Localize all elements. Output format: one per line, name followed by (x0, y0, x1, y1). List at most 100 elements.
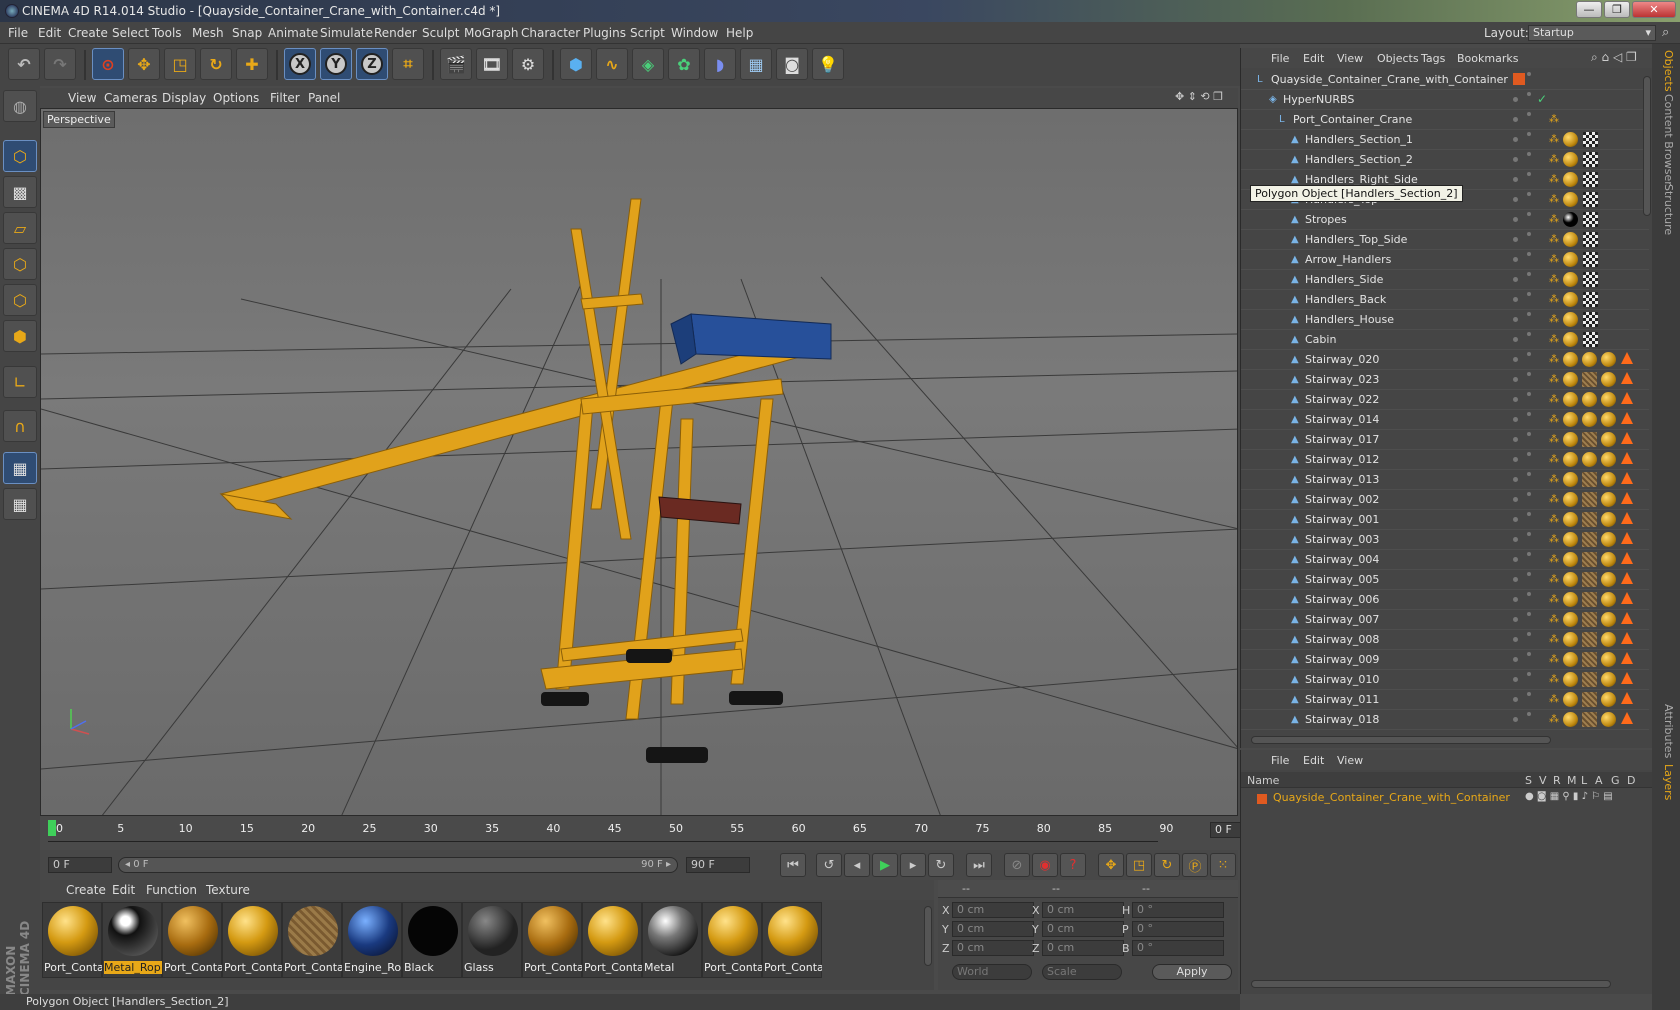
start-frame-field[interactable]: 0 F (48, 857, 112, 873)
render-visibility-dot[interactable] (1527, 512, 1531, 516)
object-row[interactable]: ▲ Stairway_023 ⁂ (1241, 370, 1649, 390)
material-tag-icon[interactable] (1582, 432, 1597, 447)
menu-mograph[interactable]: MoGraph (464, 26, 519, 40)
material-tag-icon[interactable] (1563, 692, 1578, 707)
render-visibility-dot[interactable] (1527, 372, 1531, 376)
material-tag-icon[interactable] (1563, 332, 1578, 347)
axis-mode-button[interactable]: ∟ (3, 366, 37, 398)
object-row[interactable]: ▲ Stairway_009 ⁂ (1241, 650, 1649, 670)
render-visibility-dot[interactable] (1527, 532, 1531, 536)
render-visibility-dot[interactable] (1527, 272, 1531, 276)
rotate-tool-button[interactable]: ↻ (200, 48, 232, 80)
material-tag-icon[interactable] (1563, 512, 1578, 527)
go-to-start-button[interactable]: ⏮ (780, 853, 806, 877)
material-tag-icon[interactable] (1563, 152, 1578, 167)
key-position-button[interactable]: ✥ (1098, 853, 1124, 877)
render-visibility-dot[interactable] (1527, 472, 1531, 476)
object-row[interactable]: ▲ Handlers_Side ⁂ (1241, 270, 1649, 290)
editor-visibility-dot[interactable] (1513, 237, 1518, 242)
object-menu-file[interactable]: File (1271, 52, 1289, 65)
warning-icon[interactable] (1621, 392, 1633, 404)
layer-horizontal-scrollbar[interactable] (1251, 980, 1611, 988)
frame-range-slider[interactable]: ◂ 0 F 90 F ▸ (118, 857, 678, 873)
texture-tag-icon[interactable] (1583, 252, 1598, 267)
editor-visibility-dot[interactable] (1513, 197, 1518, 202)
material-tag-icon[interactable] (1582, 572, 1597, 587)
texture-tag-icon[interactable] (1583, 152, 1598, 167)
maximize-button[interactable]: ❐ (1604, 1, 1630, 18)
search-icon[interactable]: ⌕ (1662, 25, 1669, 40)
viewport-nav-icons[interactable]: ✥ ⇕ ⟲ ❐ (1175, 90, 1223, 103)
rotation-b-field[interactable]: 0 ° (1132, 940, 1224, 956)
menu-tools[interactable]: Tools (152, 26, 182, 40)
phong-tag-icon[interactable]: ⁂ (1549, 374, 1559, 385)
workplane-mode-button[interactable]: ▱ (3, 212, 37, 244)
material-tag-icon[interactable] (1601, 392, 1616, 407)
render-visibility-dot[interactable] (1527, 332, 1531, 336)
render-visibility-dot[interactable] (1527, 652, 1531, 656)
material-tag-icon[interactable] (1563, 432, 1578, 447)
spline-button[interactable]: ∿ (596, 48, 628, 80)
render-picture-viewer-button[interactable]: 🎞 (476, 48, 508, 80)
material-tag-icon[interactable] (1601, 512, 1616, 527)
object-row[interactable]: ▲ Stairway_018 ⁂ (1241, 710, 1649, 730)
editor-visibility-dot[interactable] (1513, 177, 1518, 182)
camera-button[interactable]: ◙ (776, 48, 808, 80)
warning-icon[interactable] (1621, 672, 1633, 684)
material-tag-icon[interactable] (1582, 412, 1597, 427)
object-row[interactable]: ▲ Cabin ⁂ (1241, 330, 1649, 350)
object-menu-edit[interactable]: Edit (1303, 52, 1324, 65)
warning-icon[interactable] (1621, 612, 1633, 624)
object-row[interactable]: ▲ Handlers_Back ⁂ (1241, 290, 1649, 310)
warning-icon[interactable] (1621, 452, 1633, 464)
phong-tag-icon[interactable]: ⁂ (1549, 494, 1559, 505)
material-tag-icon[interactable] (1582, 692, 1597, 707)
material-tag-icon[interactable] (1582, 712, 1597, 727)
editor-visibility-dot[interactable] (1513, 337, 1518, 342)
object-menu-objects[interactable]: Objects (1377, 52, 1419, 65)
close-button[interactable]: ✕ (1632, 1, 1676, 18)
material-swatch[interactable]: Port_Conta (42, 902, 102, 978)
material-tag-icon[interactable] (1601, 412, 1616, 427)
material-tag-icon[interactable] (1601, 552, 1616, 567)
material-tag-icon[interactable] (1601, 452, 1616, 467)
material-swatch[interactable]: Port_Conta (222, 902, 282, 978)
render-visibility-dot[interactable] (1527, 712, 1531, 716)
render-visibility-dot[interactable] (1527, 252, 1531, 256)
texture-tag-icon[interactable] (1583, 212, 1598, 227)
tab-structure[interactable]: Structure (1655, 184, 1675, 235)
tab-objects[interactable]: Objects (1655, 50, 1675, 92)
editor-visibility-dot[interactable] (1513, 357, 1518, 362)
render-visibility-dot[interactable] (1527, 692, 1531, 696)
object-row[interactable]: ▲ Stairway_020 ⁂ (1241, 350, 1649, 370)
material-tag-icon[interactable] (1582, 632, 1597, 647)
warning-icon[interactable] (1621, 512, 1633, 524)
editor-visibility-dot[interactable] (1513, 157, 1518, 162)
viewport-menu-filter[interactable]: Filter (270, 91, 300, 105)
material-tag-icon[interactable] (1601, 672, 1616, 687)
object-row[interactable]: ▲ Stairway_008 ⁂ (1241, 630, 1649, 650)
key-parameter-button[interactable]: Ⓟ (1182, 853, 1208, 877)
phong-tag-icon[interactable]: ⁂ (1549, 294, 1559, 305)
material-tag-icon[interactable] (1563, 192, 1578, 207)
warning-icon[interactable] (1621, 412, 1633, 424)
viewport-menu-view[interactable]: View (68, 91, 96, 105)
scale-tool-button[interactable]: ◳ (164, 48, 196, 80)
phong-tag-icon[interactable]: ⁂ (1549, 574, 1559, 585)
phong-tag-icon[interactable]: ⁂ (1549, 174, 1559, 185)
material-tag-icon[interactable] (1582, 592, 1597, 607)
rotation-p-field[interactable]: 0 ° (1132, 921, 1224, 937)
viewport-menu-display[interactable]: Display (162, 91, 206, 105)
menu-sculpt[interactable]: Sculpt (422, 26, 459, 40)
editor-visibility-dot[interactable] (1513, 617, 1518, 622)
warning-icon[interactable] (1621, 552, 1633, 564)
polygons-mode-button[interactable]: ⬢ (3, 320, 37, 352)
object-row[interactable]: ▲ Stairway_006 ⁂ (1241, 590, 1649, 610)
render-visibility-dot[interactable] (1527, 212, 1531, 216)
editor-visibility-dot[interactable] (1513, 457, 1518, 462)
play-button[interactable]: ▶ (872, 853, 898, 877)
material-tag-icon[interactable] (1601, 652, 1616, 667)
object-row[interactable]: ▲ Stairway_004 ⁂ (1241, 550, 1649, 570)
tab-content-browser[interactable]: Content Browser (1655, 94, 1675, 186)
editor-visibility-dot[interactable] (1513, 677, 1518, 682)
